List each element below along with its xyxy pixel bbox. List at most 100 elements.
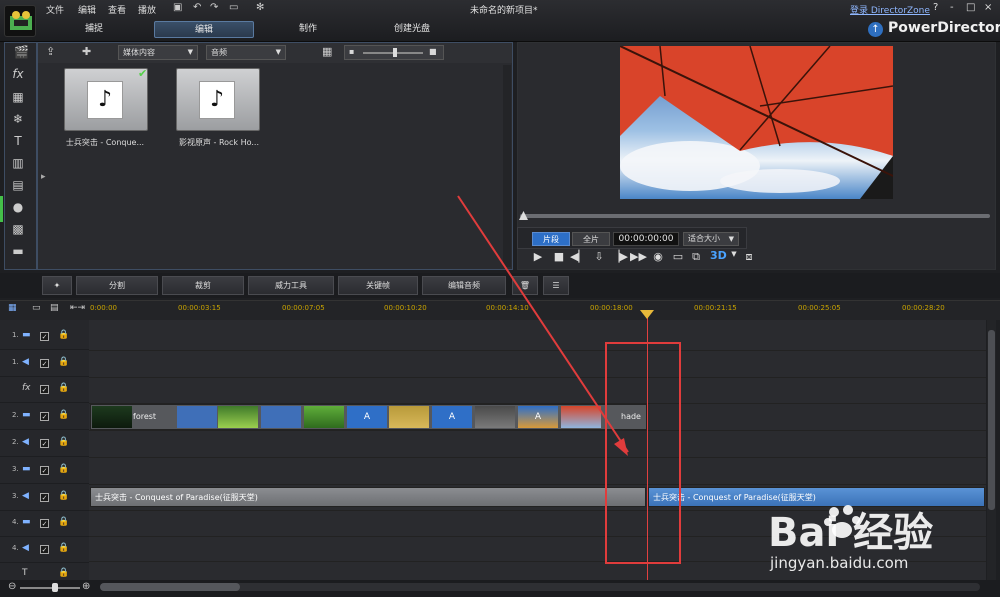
- lock-icon[interactable]: 🔒: [58, 491, 69, 501]
- lock-icon[interactable]: 🔒: [58, 383, 69, 393]
- import-media-icon[interactable]: ⇪: [46, 45, 55, 58]
- track-enable-checkbox[interactable]: ✓: [40, 412, 49, 421]
- chevron-down-icon[interactable]: ▼: [726, 250, 742, 258]
- external-display-icon[interactable]: ⧈: [741, 250, 757, 264]
- preview-seek-bar[interactable]: [520, 214, 990, 218]
- more-features-button[interactable]: ☰: [543, 276, 569, 295]
- track-enable-checkbox[interactable]: ✓: [40, 493, 49, 502]
- undo-icon[interactable]: ↶: [193, 2, 201, 13]
- chapter-room-icon[interactable]: ▩: [8, 222, 28, 238]
- track-enable-checkbox[interactable]: ✓: [40, 385, 49, 394]
- close-button[interactable]: ×: [984, 2, 992, 13]
- filter-dropdown[interactable]: 媒体内容 ▼: [118, 45, 198, 60]
- track-enable-checkbox[interactable]: ✓: [40, 439, 49, 448]
- audio-mixing-icon[interactable]: ▤: [8, 178, 28, 194]
- aspect-ratio-icon[interactable]: ▭: [229, 2, 238, 13]
- zoom-dropdown[interactable]: 适合大小 ▼: [683, 232, 739, 246]
- track-enable-checkbox[interactable]: ✓: [40, 519, 49, 528]
- edit-audio-button[interactable]: 编辑音频: [422, 276, 506, 295]
- split-icon[interactable]: ⇩: [591, 250, 607, 263]
- particle-room-icon[interactable]: ❄: [8, 112, 28, 128]
- lock-icon[interactable]: 🔒: [58, 568, 69, 578]
- track-enable-checkbox[interactable]: ✓: [40, 545, 49, 554]
- menu-play[interactable]: 播放: [138, 3, 156, 16]
- thumbnail-size-slider[interactable]: ▪ ■: [344, 45, 444, 60]
- tab-produce[interactable]: 制作: [258, 21, 358, 38]
- snapshot-icon[interactable]: ◉: [650, 250, 666, 263]
- minimize-button[interactable]: -: [950, 2, 954, 13]
- video-clip-strip[interactable]: forest A A A hade: [90, 404, 647, 430]
- zoom-in-icon[interactable]: ⊕: [82, 581, 90, 592]
- menu-view[interactable]: 查看: [108, 3, 126, 16]
- track-header-video-4: 4. ▬ ✓ 🔒: [0, 511, 89, 537]
- keyframe-button[interactable]: 关键帧: [338, 276, 418, 295]
- pip-room-icon[interactable]: ▦: [8, 90, 28, 106]
- movie-mode-button[interactable]: 全片: [572, 232, 610, 246]
- tab-capture[interactable]: 捕捉: [44, 21, 144, 38]
- ruler-tick: 0:00:00: [90, 304, 117, 312]
- maximize-button[interactable]: □: [966, 2, 975, 13]
- slider-thumb[interactable]: [393, 48, 397, 57]
- expand-panel-icon[interactable]: ▸: [41, 172, 46, 182]
- lock-icon[interactable]: 🔒: [58, 464, 69, 474]
- settings-icon[interactable]: ✻: [256, 2, 264, 13]
- marker-icon[interactable]: ▤: [50, 303, 59, 313]
- split-button[interactable]: 分割: [76, 276, 158, 295]
- transition-room-icon[interactable]: ▥: [8, 156, 28, 172]
- audio-clip[interactable]: 士兵突击 - Conquest of Paradise(征服天堂): [90, 487, 646, 507]
- plugin-icon[interactable]: ✚: [82, 45, 91, 58]
- upgrade-icon[interactable]: ↑: [868, 22, 883, 37]
- horizontal-scroll-thumb[interactable]: [100, 583, 240, 591]
- undock-preview-icon[interactable]: ⧉: [688, 250, 704, 264]
- track-enable-checkbox[interactable]: ✓: [40, 359, 49, 368]
- track-enable-checkbox[interactable]: ✓: [40, 466, 49, 475]
- clip-mode-button[interactable]: 片段: [532, 232, 570, 246]
- help-button[interactable]: ?: [933, 2, 938, 13]
- track-manager-icon[interactable]: ▭: [32, 303, 41, 313]
- project-title: 未命名的新项目*: [470, 6, 538, 16]
- zoom-out-icon[interactable]: ⊖: [8, 581, 16, 592]
- tab-create-disc[interactable]: 创建光盘: [362, 21, 462, 38]
- subtitle-room-icon[interactable]: ▬: [8, 244, 28, 260]
- menu-file[interactable]: 文件: [46, 3, 64, 16]
- media-item[interactable]: ♪: [64, 68, 148, 131]
- volume-icon[interactable]: ▭: [670, 250, 686, 263]
- play-icon[interactable]: ▶: [530, 250, 546, 263]
- magic-tools-button[interactable]: ✦: [42, 276, 72, 295]
- vertical-scroll-thumb[interactable]: [988, 330, 995, 510]
- type-dropdown-label: 音频: [211, 48, 227, 57]
- storyboard-view-icon[interactable]: ▦: [8, 303, 17, 313]
- lock-icon[interactable]: 🔒: [58, 357, 69, 367]
- power-tools-button[interactable]: 威力工具: [248, 276, 334, 295]
- type-dropdown[interactable]: 音频 ▼: [206, 45, 286, 60]
- voiceover-icon[interactable]: ●: [8, 200, 28, 216]
- timecode-display[interactable]: 00:00:00:00: [613, 232, 679, 246]
- lock-icon[interactable]: 🔒: [58, 517, 69, 527]
- save-icon[interactable]: ▣: [173, 2, 182, 13]
- trim-button[interactable]: 裁剪: [162, 276, 244, 295]
- lock-icon[interactable]: 🔒: [58, 543, 69, 553]
- timeline-zoom-slider[interactable]: [20, 587, 80, 589]
- library-scrollbar[interactable]: [503, 65, 511, 267]
- zoom-slider-thumb[interactable]: [52, 583, 58, 592]
- delete-button[interactable]: 🗑: [512, 276, 538, 295]
- lock-icon[interactable]: 🔒: [58, 330, 69, 340]
- 3d-mode-button[interactable]: 3D: [710, 249, 727, 262]
- next-frame-icon[interactable]: ▕▶: [611, 250, 628, 263]
- redo-icon[interactable]: ↷: [210, 2, 218, 13]
- previous-frame-icon[interactable]: ◀▏: [570, 250, 587, 263]
- fx-room-icon[interactable]: fx: [8, 67, 28, 83]
- grid-view-icon[interactable]: ▦: [322, 45, 332, 58]
- tab-edit[interactable]: 编辑: [154, 21, 254, 38]
- fast-forward-icon[interactable]: ▶▶: [630, 250, 647, 263]
- media-room-icon[interactable]: 🎬: [14, 45, 29, 59]
- lock-icon[interactable]: 🔒: [58, 437, 69, 447]
- media-item[interactable]: ♪: [176, 68, 260, 131]
- login-link[interactable]: 登录 DirectorZone: [850, 3, 930, 16]
- lock-icon[interactable]: 🔒: [58, 410, 69, 420]
- title-room-icon[interactable]: T: [8, 134, 28, 150]
- fit-timeline-icon[interactable]: ⇤⇥: [70, 303, 85, 313]
- stop-icon[interactable]: ■: [551, 250, 567, 263]
- menu-edit[interactable]: 编辑: [78, 3, 96, 16]
- track-enable-checkbox[interactable]: ✓: [40, 332, 49, 341]
